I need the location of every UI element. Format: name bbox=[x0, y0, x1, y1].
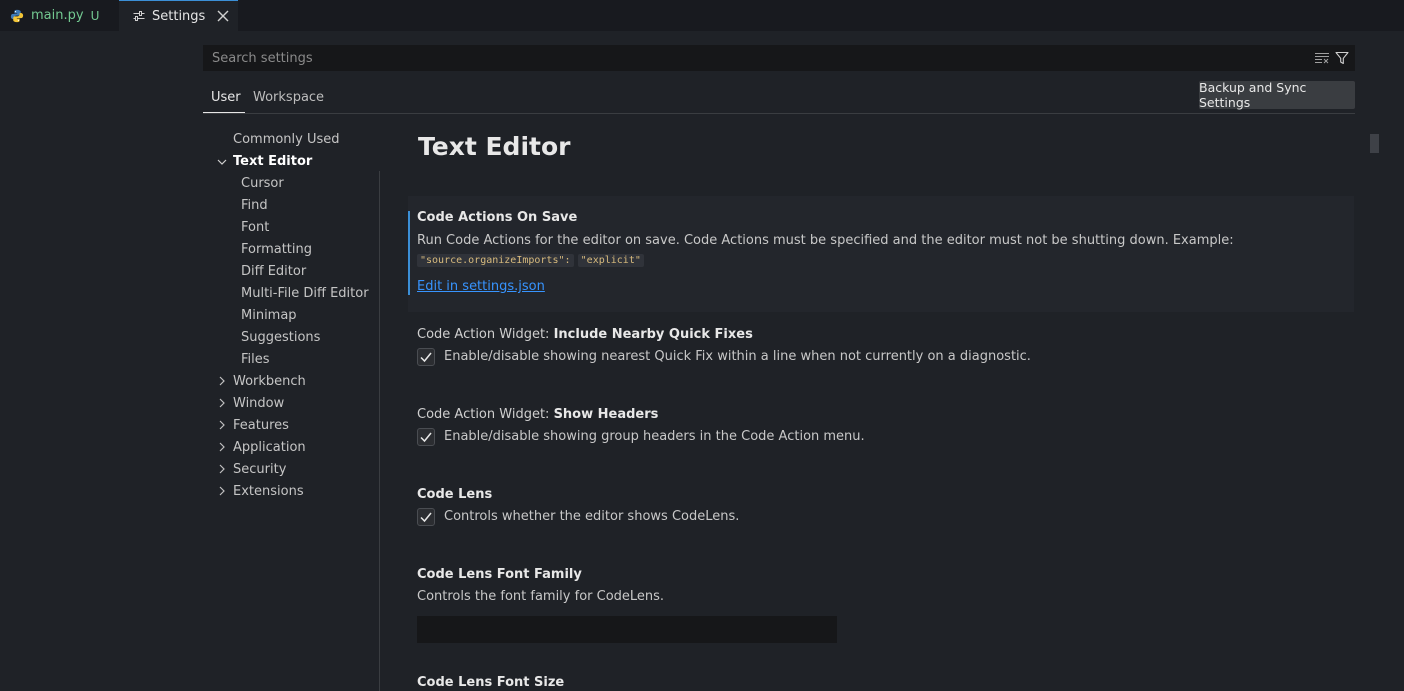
toc-item-features[interactable]: Features bbox=[233, 418, 289, 433]
setting-title-code-lens: Code Lens bbox=[417, 487, 492, 502]
setting-title-code-lens-font-size: Code Lens Font Size bbox=[417, 675, 564, 690]
toc-item-commonly-used[interactable]: Commonly Used bbox=[233, 132, 340, 147]
setting-title-nearby-quick-fixes: Code Action Widget: Include Nearby Quick… bbox=[417, 327, 753, 342]
code-snippet: "explicit" bbox=[577, 254, 644, 267]
edit-in-settings-json-link[interactable]: Edit in settings.json bbox=[417, 279, 545, 294]
toc-item-suggestions[interactable]: Suggestions bbox=[241, 330, 320, 345]
code-lens-checkbox[interactable] bbox=[417, 508, 435, 526]
toc-item-security[interactable]: Security bbox=[233, 462, 286, 477]
setting-name: Show Headers bbox=[553, 407, 659, 422]
setting-name: Code Lens bbox=[417, 487, 493, 502]
toc-item-application[interactable]: Application bbox=[233, 440, 306, 455]
setting-name: Code Lens Font Size bbox=[417, 675, 565, 690]
python-icon bbox=[10, 9, 24, 22]
chevron-down-icon[interactable] bbox=[217, 157, 227, 167]
show-headers-checkbox[interactable] bbox=[417, 428, 435, 446]
backup-sync-settings-button[interactable]: Backup and Sync Settings bbox=[1199, 80, 1355, 110]
setting-name: Code Lens Font Family bbox=[417, 567, 582, 582]
search-input[interactable] bbox=[210, 49, 1294, 67]
check-icon bbox=[420, 512, 432, 523]
chevron-right-icon[interactable] bbox=[217, 486, 227, 496]
toc-item-workbench[interactable]: Workbench bbox=[233, 374, 306, 389]
toc-divider bbox=[379, 171, 380, 691]
toc-item-text-editor[interactable]: Text Editor bbox=[233, 154, 312, 169]
tab-label: main.py bbox=[31, 8, 84, 23]
toc-item-find[interactable]: Find bbox=[241, 198, 268, 213]
setting-title-code-lens-font-family: Code Lens Font Family bbox=[417, 567, 582, 582]
tab-settings[interactable]: Settings bbox=[119, 0, 238, 31]
check-icon bbox=[420, 352, 432, 363]
chevron-right-icon[interactable] bbox=[217, 442, 227, 452]
search-settings-box bbox=[203, 45, 1355, 71]
tab-workspace[interactable]: Workspace bbox=[253, 90, 324, 105]
setting-category: Code Action Widget: bbox=[417, 327, 554, 342]
scrollbar-thumb[interactable] bbox=[1370, 134, 1379, 153]
nearby-quick-fixes-checkbox[interactable] bbox=[417, 348, 435, 366]
focus-indicator bbox=[408, 211, 410, 295]
toc-item-extensions[interactable]: Extensions bbox=[233, 484, 304, 499]
tab-user[interactable]: User bbox=[211, 90, 241, 105]
setting-desc-code-lens: Controls whether the editor shows CodeLe… bbox=[444, 509, 740, 524]
section-title: Text Editor bbox=[418, 132, 571, 161]
chevron-right-icon[interactable] bbox=[217, 398, 227, 408]
toc-item-window[interactable]: Window bbox=[233, 396, 284, 411]
toc-item-minimap[interactable]: Minimap bbox=[241, 308, 297, 323]
toc-item-cursor[interactable]: Cursor bbox=[241, 176, 284, 191]
toc-item-formatting[interactable]: Formatting bbox=[241, 242, 312, 257]
toc-item-multi-file-diff-editor[interactable]: Multi-File Diff Editor bbox=[241, 286, 369, 301]
filter-icon[interactable] bbox=[1335, 51, 1349, 65]
setting-title-show-headers: Code Action Widget: Show Headers bbox=[417, 407, 658, 422]
setting-desc-show-headers: Enable/disable showing group headers in … bbox=[444, 429, 865, 444]
code-snippet: "source.organizeImports": bbox=[417, 254, 574, 267]
setting-desc-code-lens-font-family: Controls the font family for CodeLens. bbox=[417, 589, 665, 604]
tab-label: Settings bbox=[152, 8, 206, 24]
toc-item-files[interactable]: Files bbox=[241, 352, 270, 367]
scope-divider bbox=[203, 113, 1355, 114]
setting-name: Code Actions On Save bbox=[417, 210, 578, 225]
setting-desc-nearby-quick-fixes: Enable/disable showing nearest Quick Fix… bbox=[444, 349, 1031, 364]
untracked-badge: U bbox=[90, 8, 100, 23]
setting-title-code-actions-on-save: Code Actions On Save bbox=[417, 210, 577, 225]
settings-editor-icon bbox=[133, 11, 145, 21]
toc-item-font[interactable]: Font bbox=[241, 220, 269, 235]
setting-category: Code Action Widget: bbox=[417, 407, 554, 422]
clear-filter-icon[interactable] bbox=[1315, 52, 1329, 64]
chevron-right-icon[interactable] bbox=[217, 420, 227, 430]
setting-name: Include Nearby Quick Fixes bbox=[553, 327, 753, 342]
editor-tab-bar: main.py U Settings bbox=[0, 0, 1404, 31]
code-lens-font-family-input[interactable] bbox=[417, 616, 837, 643]
chevron-right-icon[interactable] bbox=[217, 376, 227, 386]
toc-item-diff-editor[interactable]: Diff Editor bbox=[241, 264, 306, 279]
desc-text: Run Code Actions for the editor on save.… bbox=[417, 233, 1234, 248]
tab-main-py[interactable]: main.py U bbox=[0, 0, 119, 31]
setting-desc-code-actions-on-save: Run Code Actions for the editor on save.… bbox=[417, 231, 1317, 270]
check-icon bbox=[420, 432, 432, 443]
chevron-right-icon[interactable] bbox=[217, 464, 227, 474]
close-icon[interactable] bbox=[216, 9, 230, 23]
